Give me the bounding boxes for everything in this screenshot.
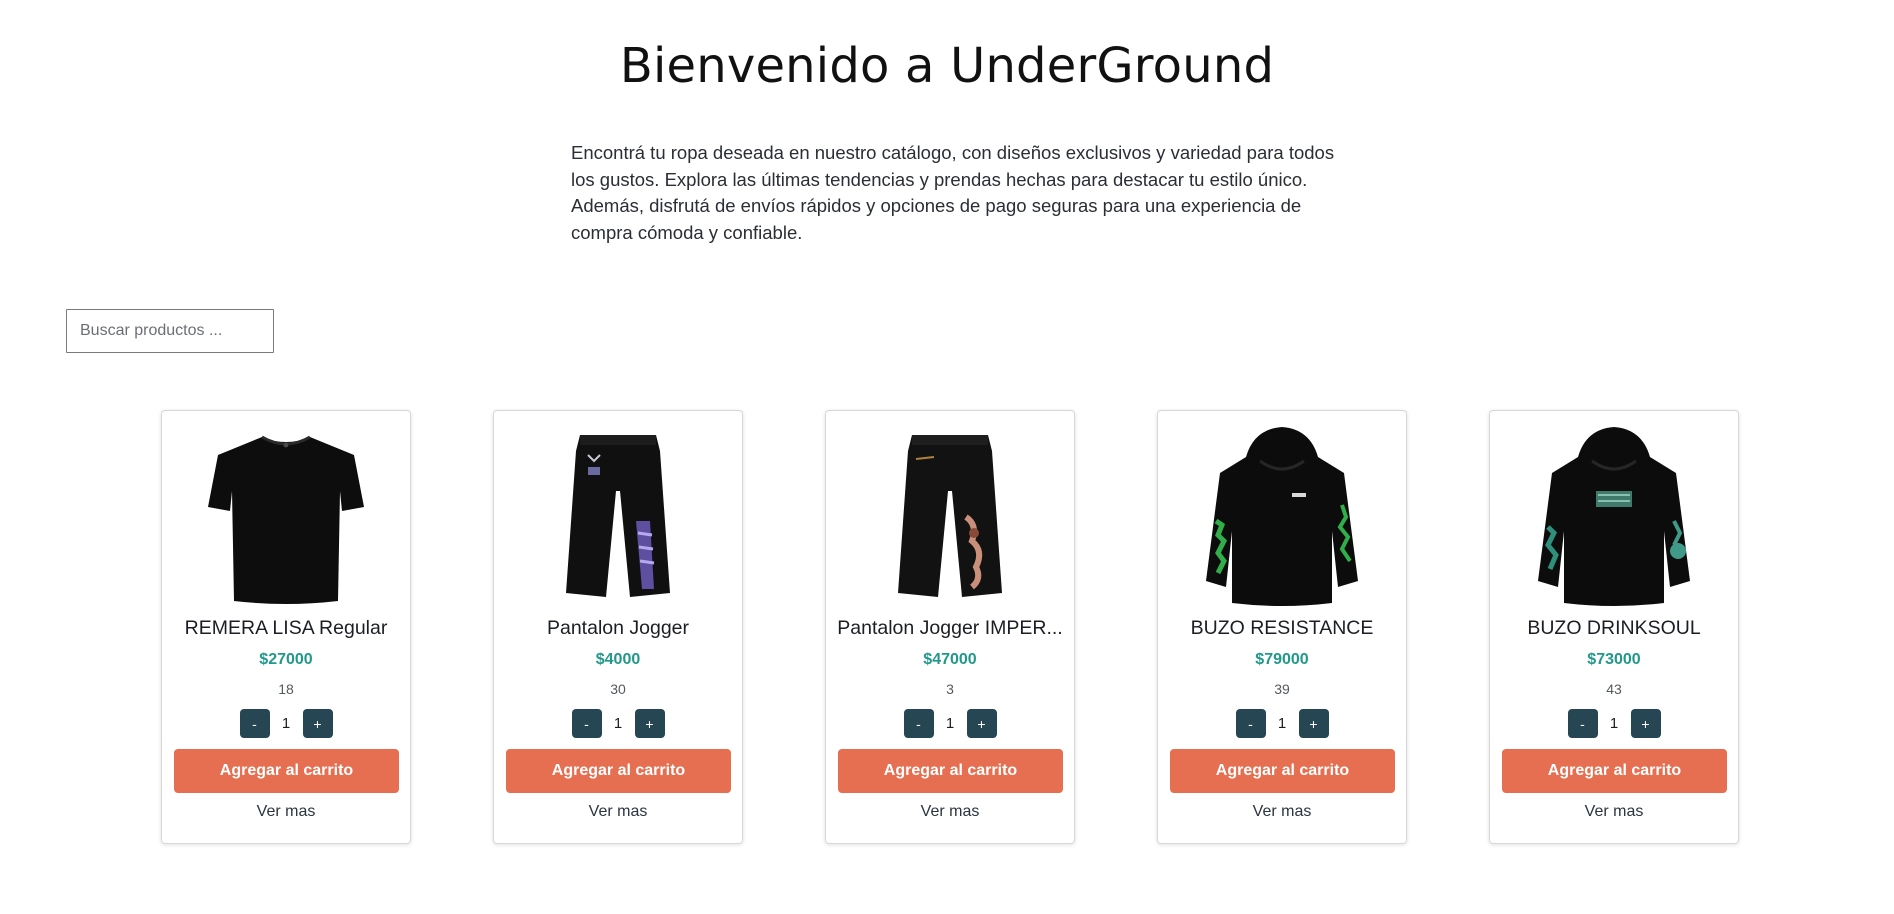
decrease-quantity-button[interactable]: -: [239, 709, 270, 738]
product-price: $79000: [1255, 651, 1309, 668]
quantity-value: 1: [1277, 715, 1287, 732]
quantity-stepper: - 1 +: [1158, 709, 1406, 738]
product-price: $73000: [1587, 651, 1641, 668]
product-card: BUZO DRINKSOUL $73000 43 - 1 + Agregar a…: [1489, 410, 1739, 844]
add-to-cart-button[interactable]: Agregar al carrito: [174, 749, 399, 793]
product-image[interactable]: [850, 421, 1050, 611]
search-input[interactable]: [66, 309, 274, 353]
product-card: REMERA LISA Regular $27000 18 - 1 + Agre…: [161, 410, 411, 844]
product-name[interactable]: Pantalon Jogger: [502, 617, 734, 640]
product-stock: 39: [1274, 681, 1290, 697]
quantity-value: 1: [281, 715, 291, 732]
increase-quantity-button[interactable]: +: [302, 709, 333, 738]
product-image[interactable]: [1182, 421, 1382, 611]
product-price: $4000: [595, 651, 641, 668]
page-title: Bienvenido a UnderGround: [619, 38, 1275, 94]
quantity-stepper: - 1 +: [1490, 709, 1738, 738]
quantity-value: 1: [613, 715, 623, 732]
quantity-value: 1: [1609, 715, 1619, 732]
product-price: $47000: [923, 651, 977, 668]
see-more-link[interactable]: Ver mas: [826, 803, 1074, 821]
hoodie-icon: [1206, 427, 1358, 606]
pants-icon: [566, 435, 670, 597]
see-more-link[interactable]: Ver mas: [1490, 803, 1738, 821]
product-name[interactable]: Pantalon Jogger IMPER...: [834, 617, 1066, 640]
product-card: Pantalon Jogger $4000 30 - 1 + Agregar a…: [493, 410, 743, 844]
decrease-quantity-button[interactable]: -: [571, 709, 602, 738]
intro-paragraph: Encontrá tu ropa deseada en nuestro catá…: [571, 142, 1335, 243]
increase-quantity-button[interactable]: +: [1298, 709, 1329, 738]
increase-quantity-button[interactable]: +: [966, 709, 997, 738]
quantity-stepper: - 1 +: [162, 709, 410, 738]
increase-quantity-button[interactable]: +: [1630, 709, 1661, 738]
decrease-quantity-button[interactable]: -: [1235, 709, 1266, 738]
product-stock: 43: [1606, 681, 1622, 697]
increase-quantity-button[interactable]: +: [634, 709, 665, 738]
add-to-cart-button[interactable]: Agregar al carrito: [506, 749, 731, 793]
product-image[interactable]: [1514, 421, 1714, 611]
page: Bienvenido a UnderGround Encontrá tu rop…: [0, 0, 1894, 914]
product-card: Pantalon Jogger IMPER... $47000 3 - 1 + …: [825, 410, 1075, 844]
add-to-cart-button[interactable]: Agregar al carrito: [1502, 749, 1727, 793]
decrease-quantity-button[interactable]: -: [903, 709, 934, 738]
product-name[interactable]: BUZO DRINKSOUL: [1498, 617, 1730, 640]
add-to-cart-button[interactable]: Agregar al carrito: [1170, 749, 1395, 793]
see-more-link[interactable]: Ver mas: [1158, 803, 1406, 821]
add-to-cart-button[interactable]: Agregar al carrito: [838, 749, 1063, 793]
product-name[interactable]: BUZO RESISTANCE: [1166, 617, 1398, 640]
product-price: $27000: [259, 651, 313, 668]
quantity-value: 1: [945, 715, 955, 732]
product-stock: 18: [278, 681, 294, 697]
product-image[interactable]: [518, 421, 718, 611]
decrease-quantity-button[interactable]: -: [1567, 709, 1598, 738]
quantity-stepper: - 1 +: [826, 709, 1074, 738]
see-more-link[interactable]: Ver mas: [494, 803, 742, 821]
product-card: BUZO RESISTANCE $79000 39 - 1 + Agregar …: [1157, 410, 1407, 844]
product-name[interactable]: REMERA LISA Regular: [170, 617, 402, 640]
product-image[interactable]: [186, 421, 386, 611]
product-stock: 30: [610, 681, 626, 697]
product-grid: REMERA LISA Regular $27000 18 - 1 + Agre…: [0, 410, 1894, 846]
product-stock: 3: [946, 681, 954, 697]
hoodie-icon: [1538, 427, 1690, 606]
see-more-link[interactable]: Ver mas: [162, 803, 410, 821]
pants-icon: [898, 435, 1002, 597]
tshirt-icon: [208, 435, 364, 604]
quantity-stepper: - 1 +: [494, 709, 742, 738]
